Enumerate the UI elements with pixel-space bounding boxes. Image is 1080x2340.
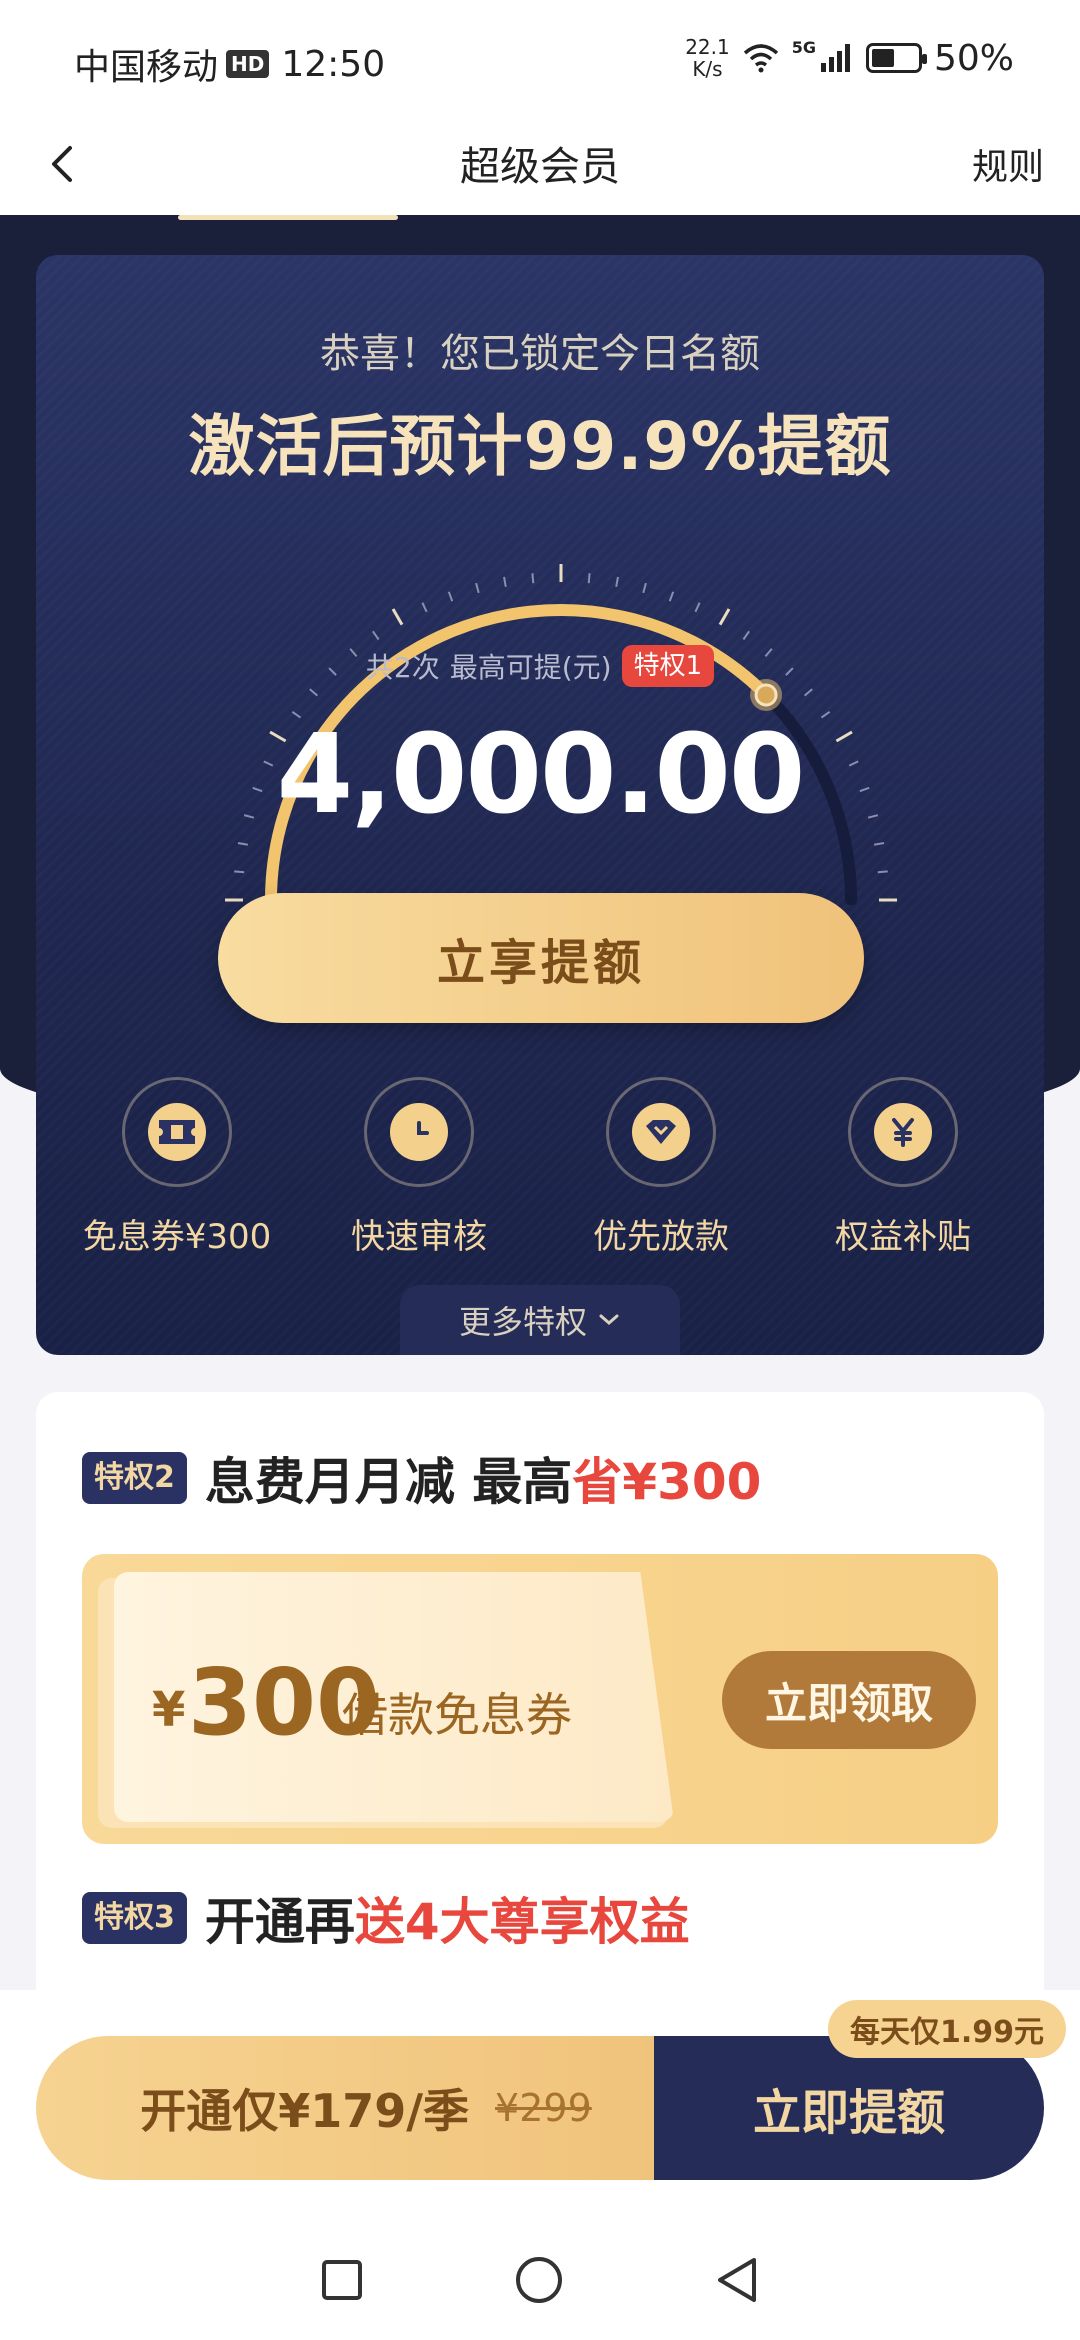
wifi-icon [743, 44, 778, 73]
perk-label: 优先放款 [593, 1217, 729, 1257]
gauge-tick [877, 870, 888, 874]
gauge-tick [803, 688, 813, 697]
perk-label: 快速审核 [351, 1217, 487, 1257]
perk-label: 免息券¥300 [82, 1217, 272, 1257]
gauge-tick [642, 582, 647, 594]
interest-free-coupon: ¥ 300 借款免息券 立即领取 [82, 1554, 998, 1844]
gauge-tick [372, 630, 380, 641]
gauge-tick [531, 573, 535, 584]
coupon-currency: ¥ [152, 1682, 186, 1738]
privileges-section: 特权2 息费月月减 最高省¥300 ¥ 300 借款免息券 立即领取 特权3 开… [36, 1392, 1044, 2092]
price-text: 开通仅¥179/季 [140, 2084, 470, 2138]
privilege2-title-main: 息费月月减 最高 [204, 1453, 573, 1511]
privilege3-title-main: 开通再 [204, 1893, 355, 1951]
gauge-tick [615, 576, 619, 588]
perk-fast-review[interactable]: 快速审核 [304, 1077, 534, 1258]
diamond-icon [632, 1103, 690, 1161]
congrats-text: 恭喜！您已锁定今日名额 [320, 331, 760, 377]
gauge-tick [503, 576, 507, 588]
hd-icon: HD [226, 50, 270, 78]
status-left: 中国移动 HD 12:50 [74, 38, 385, 90]
network-type: 5G [791, 38, 816, 57]
rules-link[interactable]: 规则 [972, 138, 1044, 190]
battery-level: 50% [933, 37, 1014, 79]
daily-price-tag: 每天仅1.99元 [828, 2000, 1067, 2058]
back-triangle-icon[interactable] [714, 2255, 760, 2305]
open-membership-button[interactable]: 开通仅¥179/季 ¥299 [36, 2036, 696, 2180]
privilege2-badge: 特权2 [82, 1452, 187, 1504]
yen-icon [874, 1103, 932, 1161]
times-label: 共2次 [365, 651, 440, 684]
perk-coupon[interactable]: 免息券¥300 [62, 1077, 292, 1258]
gauge-tick [447, 591, 454, 602]
gauge-tick [668, 591, 675, 602]
gauge-tick [391, 608, 404, 626]
clock-icon [390, 1103, 448, 1161]
page-title: 超级会员 [460, 144, 620, 190]
privilege3-title-highlight: 送4大尊享权益 [354, 1893, 690, 1951]
more-label: 更多特权 [458, 1303, 587, 1341]
recent-apps-icon[interactable] [320, 2258, 364, 2302]
gauge-knob-core [754, 683, 778, 707]
gauge-info: 共2次 最高可提(元) 特权1 [36, 645, 1044, 687]
original-price: ¥299 [495, 2086, 592, 2130]
privilege3-title: 特权3 开通再送4大尊享权益 [82, 1882, 690, 1954]
carrier: 中国移动 [74, 47, 219, 88]
chevron-down-icon [599, 1314, 619, 1325]
gauge-tick [718, 608, 731, 626]
gauge-tick [742, 630, 750, 641]
net-speed-value: 22.1 [685, 35, 730, 59]
gauge-tick [309, 688, 319, 697]
perk-priority-loan[interactable]: 优先放款 [546, 1077, 776, 1258]
status-right: 22.1 K/s 5G 50% [685, 36, 1014, 80]
net-speed: 22.1 K/s [685, 36, 730, 80]
gauge-tick [587, 573, 591, 584]
nav-bar: 超级会员 规则 [0, 120, 1080, 215]
net-speed-unit: K/s [692, 57, 723, 81]
hero-tab-indicator [178, 215, 398, 220]
perk-subsidy[interactable]: 权益补贴 [788, 1077, 1018, 1258]
headline: 激活后预计99.9%提额 [188, 408, 892, 485]
privilege2-title: 特权2 息费月月减 最高省¥300 [82, 1442, 761, 1514]
gauge-tick [694, 602, 701, 613]
enjoy-increase-button[interactable]: 立享提额 [218, 893, 864, 1023]
privilege3-badge: 特权3 [82, 1892, 187, 1944]
gauge-tick [237, 842, 249, 846]
gauge-tick [873, 842, 885, 846]
perks-row: 免息券¥300 快速审核 优先放款 权益补贴 [36, 1077, 1044, 1258]
privilege-badge: 特权1 [621, 645, 715, 687]
signal-icon [820, 44, 850, 72]
coupon-text: 借款免息券 [342, 1688, 572, 1742]
privilege2-title-highlight: 省¥300 [572, 1453, 762, 1511]
ticket-icon [148, 1103, 206, 1161]
status-bar: 中国移动 HD 12:50 22.1 K/s 5G 50% [0, 0, 1080, 120]
battery-icon [865, 43, 927, 73]
home-icon[interactable] [514, 2255, 564, 2305]
gauge-tick [475, 582, 480, 594]
credit-amount: 4,000.00 [276, 710, 806, 838]
credit-gauge [225, 564, 897, 905]
gauge-tick [234, 870, 245, 874]
max-label: 最高可提(元) [449, 651, 612, 684]
system-nav-bar [0, 2220, 1080, 2340]
clock-time: 12:50 [281, 43, 386, 85]
gauge-tick [421, 602, 428, 613]
more-privileges-button[interactable]: 更多特权 [400, 1285, 680, 1355]
claim-coupon-button[interactable]: 立即领取 [722, 1651, 976, 1749]
credit-increase-card: 恭喜！您已锁定今日名额 激活后预计99.9%提额 共2次 最高可提(元) 特权1… [36, 255, 1044, 1355]
perk-label: 权益补贴 [835, 1217, 971, 1257]
